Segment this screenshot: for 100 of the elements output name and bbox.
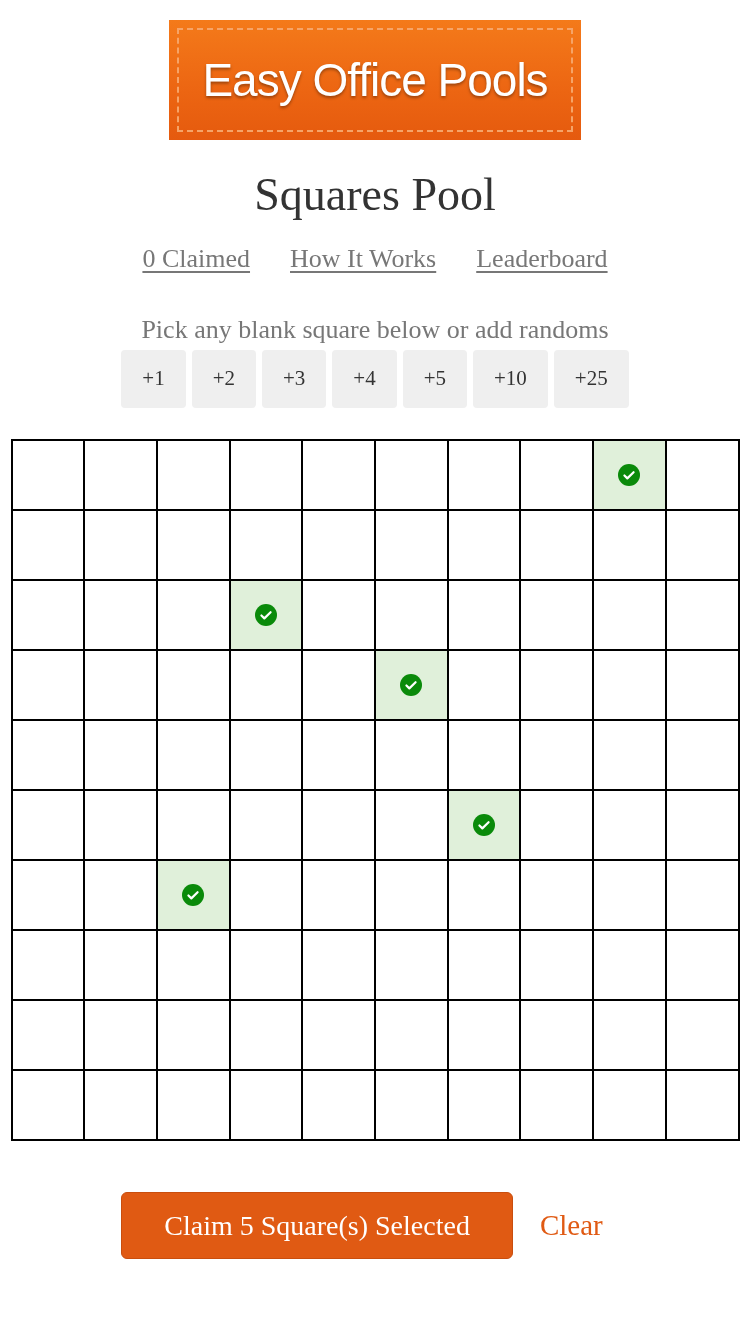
selected-square[interactable] bbox=[156, 860, 230, 930]
nav-link[interactable]: Leaderboard bbox=[476, 243, 608, 275]
blank-square[interactable] bbox=[84, 860, 157, 930]
blank-square[interactable] bbox=[84, 580, 157, 650]
blank-square[interactable] bbox=[593, 580, 666, 650]
blank-square[interactable] bbox=[447, 860, 521, 930]
blank-square[interactable] bbox=[374, 930, 448, 1000]
random-add-button[interactable]: +10 bbox=[473, 350, 548, 408]
blank-square[interactable] bbox=[374, 1000, 448, 1070]
blank-square[interactable] bbox=[84, 650, 157, 720]
blank-square[interactable] bbox=[302, 720, 375, 790]
blank-square[interactable] bbox=[156, 930, 230, 1000]
blank-square[interactable] bbox=[84, 930, 157, 1000]
blank-square[interactable] bbox=[156, 1000, 230, 1070]
blank-square[interactable] bbox=[593, 1000, 666, 1070]
blank-square[interactable] bbox=[156, 790, 230, 860]
blank-square[interactable] bbox=[374, 1070, 448, 1140]
blank-square[interactable] bbox=[302, 510, 375, 580]
blank-square[interactable] bbox=[302, 440, 375, 510]
blank-square[interactable] bbox=[593, 860, 666, 930]
blank-square[interactable] bbox=[84, 720, 157, 790]
blank-square[interactable] bbox=[374, 580, 448, 650]
blank-square[interactable] bbox=[374, 720, 448, 790]
random-add-button[interactable]: +5 bbox=[402, 350, 467, 408]
blank-square[interactable] bbox=[447, 440, 521, 510]
blank-square[interactable] bbox=[84, 1070, 157, 1140]
blank-square[interactable] bbox=[11, 580, 85, 650]
blank-square[interactable] bbox=[447, 1000, 521, 1070]
blank-square[interactable] bbox=[665, 440, 739, 510]
blank-square[interactable] bbox=[229, 650, 303, 720]
nav-link[interactable]: 0 Claimed bbox=[142, 243, 250, 275]
blank-square[interactable] bbox=[374, 860, 448, 930]
blank-square[interactable] bbox=[11, 440, 85, 510]
selected-square[interactable] bbox=[447, 790, 521, 860]
blank-square[interactable] bbox=[11, 1070, 85, 1140]
blank-square[interactable] bbox=[229, 1000, 303, 1070]
blank-square[interactable] bbox=[665, 1000, 739, 1070]
blank-square[interactable] bbox=[520, 790, 593, 860]
blank-square[interactable] bbox=[520, 930, 593, 1000]
blank-square[interactable] bbox=[593, 720, 666, 790]
blank-square[interactable] bbox=[593, 790, 666, 860]
blank-square[interactable] bbox=[11, 510, 85, 580]
blank-square[interactable] bbox=[84, 440, 157, 510]
blank-square[interactable] bbox=[156, 510, 230, 580]
blank-square[interactable] bbox=[11, 720, 85, 790]
blank-square[interactable] bbox=[302, 790, 375, 860]
blank-square[interactable] bbox=[520, 440, 593, 510]
claim-button[interactable]: Claim 5 Square(s) Selected bbox=[121, 1192, 513, 1259]
blank-square[interactable] bbox=[302, 650, 375, 720]
blank-square[interactable] bbox=[11, 930, 85, 1000]
blank-square[interactable] bbox=[447, 930, 521, 1000]
blank-square[interactable] bbox=[520, 860, 593, 930]
blank-square[interactable] bbox=[520, 1000, 593, 1070]
blank-square[interactable] bbox=[156, 650, 230, 720]
blank-square[interactable] bbox=[229, 860, 303, 930]
blank-square[interactable] bbox=[665, 510, 739, 580]
blank-square[interactable] bbox=[447, 720, 521, 790]
blank-square[interactable] bbox=[520, 1070, 593, 1140]
blank-square[interactable] bbox=[520, 580, 593, 650]
blank-square[interactable] bbox=[229, 510, 303, 580]
blank-square[interactable] bbox=[156, 720, 230, 790]
blank-square[interactable] bbox=[665, 860, 739, 930]
blank-square[interactable] bbox=[11, 1000, 85, 1070]
random-add-button[interactable]: +3 bbox=[262, 350, 327, 408]
blank-square[interactable] bbox=[374, 440, 448, 510]
blank-square[interactable] bbox=[447, 1070, 521, 1140]
blank-square[interactable] bbox=[665, 1070, 739, 1140]
blank-square[interactable] bbox=[447, 650, 521, 720]
blank-square[interactable] bbox=[665, 790, 739, 860]
blank-square[interactable] bbox=[374, 790, 448, 860]
clear-link[interactable]: Clear bbox=[539, 1203, 603, 1248]
blank-square[interactable] bbox=[374, 510, 448, 580]
blank-square[interactable] bbox=[520, 720, 593, 790]
random-add-button[interactable]: +25 bbox=[553, 350, 629, 408]
blank-square[interactable] bbox=[229, 790, 303, 860]
blank-square[interactable] bbox=[593, 930, 666, 1000]
blank-square[interactable] bbox=[302, 580, 375, 650]
blank-square[interactable] bbox=[520, 510, 593, 580]
blank-square[interactable] bbox=[11, 860, 85, 930]
blank-square[interactable] bbox=[11, 650, 85, 720]
blank-square[interactable] bbox=[156, 580, 230, 650]
blank-square[interactable] bbox=[84, 1000, 157, 1070]
blank-square[interactable] bbox=[665, 580, 739, 650]
blank-square[interactable] bbox=[156, 1070, 230, 1140]
blank-square[interactable] bbox=[302, 1000, 375, 1070]
blank-square[interactable] bbox=[84, 790, 157, 860]
selected-square[interactable] bbox=[593, 440, 666, 510]
blank-square[interactable] bbox=[229, 930, 303, 1000]
blank-square[interactable] bbox=[302, 1070, 375, 1140]
random-add-button[interactable]: +1 bbox=[121, 350, 186, 408]
nav-link[interactable]: How It Works bbox=[290, 243, 437, 275]
blank-square[interactable] bbox=[447, 580, 521, 650]
blank-square[interactable] bbox=[156, 440, 230, 510]
blank-square[interactable] bbox=[229, 720, 303, 790]
blank-square[interactable] bbox=[520, 650, 593, 720]
blank-square[interactable] bbox=[593, 1070, 666, 1140]
blank-square[interactable] bbox=[665, 930, 739, 1000]
blank-square[interactable] bbox=[84, 510, 157, 580]
blank-square[interactable] bbox=[665, 720, 739, 790]
blank-square[interactable] bbox=[229, 1070, 303, 1140]
